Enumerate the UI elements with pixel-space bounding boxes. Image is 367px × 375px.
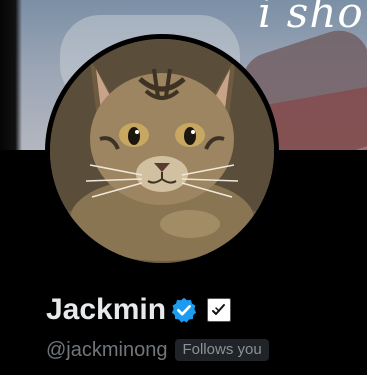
verified-badge-icon[interactable] xyxy=(170,296,198,324)
name-row: Jackmin xyxy=(46,291,232,329)
follows-you-badge: Follows you xyxy=(175,339,269,361)
handle-row: @jackminong Follows you xyxy=(46,336,269,364)
display-name: Jackmin xyxy=(46,293,167,326)
banner-overlay-text: i sho xyxy=(258,0,364,37)
username-handle: @jackminong xyxy=(46,339,168,361)
cat-photo-illustration xyxy=(50,39,274,263)
affiliate-badge-icon[interactable] xyxy=(207,298,232,322)
profile-header: i sho Jackmin @jackminong Follows you xyxy=(0,0,367,375)
banner-edge-shadow xyxy=(0,0,22,150)
avatar[interactable] xyxy=(45,34,279,268)
avatar-photo xyxy=(50,39,274,263)
